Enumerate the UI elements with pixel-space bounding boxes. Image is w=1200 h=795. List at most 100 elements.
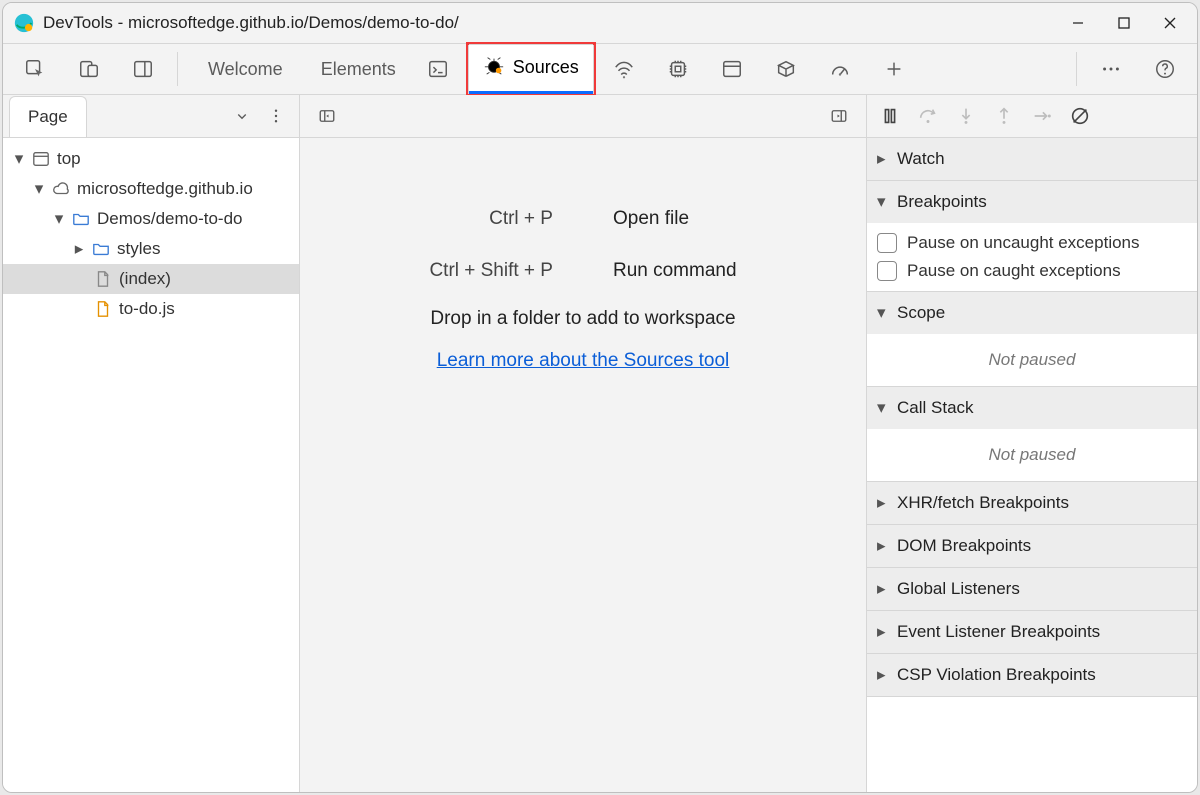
close-button[interactable]	[1147, 3, 1193, 43]
section-label: Event Listener Breakpoints	[897, 622, 1100, 642]
dock-side-button[interactable]	[117, 51, 169, 87]
section-label: Scope	[897, 303, 945, 323]
tab-welcome[interactable]: Welcome	[186, 47, 297, 96]
chevron-down-icon: ▾	[13, 149, 25, 169]
editor-empty-state: Ctrl + P Open file Ctrl + Shift + P Run …	[300, 138, 866, 792]
pause-button[interactable]	[873, 99, 907, 133]
section-csp: ▸ CSP Violation Breakpoints	[867, 654, 1197, 697]
section-callstack-header[interactable]: ▾Call Stack	[867, 387, 1197, 429]
not-paused-text: Not paused	[877, 340, 1187, 380]
section-global-header[interactable]: ▸ Global Listeners	[867, 568, 1197, 610]
show-debugger-button[interactable]	[822, 99, 856, 133]
section-xhr-header[interactable]: ▸ XHR/fetch Breakpoints	[867, 482, 1197, 524]
panels-body: Page ▾ top ▾ microsoftedge.github.io	[3, 95, 1197, 792]
section-callstack: ▾Call Stack Not paused	[867, 387, 1197, 482]
tree-label: top	[57, 149, 81, 169]
chevron-right-icon: ▸	[877, 493, 889, 513]
tree-row-domain[interactable]: ▾ microsoftedge.github.io	[3, 174, 299, 204]
minimize-button[interactable]	[1055, 3, 1101, 43]
section-global: ▸ Global Listeners	[867, 568, 1197, 611]
help-button[interactable]	[1139, 51, 1191, 87]
step-out-button[interactable]	[987, 99, 1021, 133]
section-label: Call Stack	[897, 398, 974, 418]
chevron-right-icon: ▸	[877, 579, 889, 599]
not-paused-text: Not paused	[877, 435, 1187, 475]
learn-more-link[interactable]: Learn more about the Sources tool	[437, 350, 730, 372]
section-csp-header[interactable]: ▸ CSP Violation Breakpoints	[867, 654, 1197, 696]
section-label: CSP Violation Breakpoints	[897, 665, 1096, 685]
section-event-header[interactable]: ▸Event Listener Breakpoints	[867, 611, 1197, 653]
deactivate-breakpoints-button[interactable]	[1063, 99, 1097, 133]
tree-row-index[interactable]: (index)	[3, 264, 299, 294]
navigator-tab-page[interactable]: Page	[9, 96, 87, 137]
toolbar-separator	[177, 52, 178, 86]
tree-row-styles[interactable]: ▸ styles	[3, 234, 299, 264]
debugger-toolbar	[867, 95, 1197, 138]
tab-elements-label: Elements	[321, 59, 396, 80]
checkbox-icon[interactable]	[877, 233, 897, 253]
pause-uncaught-row[interactable]: Pause on uncaught exceptions	[877, 229, 1187, 257]
checkbox-label: Pause on uncaught exceptions	[907, 233, 1140, 253]
maximize-button[interactable]	[1101, 3, 1147, 43]
section-watch-header[interactable]: ▸Watch	[867, 138, 1197, 180]
section-dom-header[interactable]: ▸DOM Breakpoints	[867, 525, 1197, 567]
debugger-panel: ▸Watch ▾Breakpoints Pause on uncaught ex…	[866, 95, 1197, 792]
step-over-button[interactable]	[911, 99, 945, 133]
file-icon	[93, 269, 113, 289]
main-toolbar: Welcome Elements Sources	[3, 44, 1197, 95]
tab-elements[interactable]: Elements	[299, 47, 410, 96]
navigator-more-button[interactable]	[225, 99, 259, 133]
cloud-icon	[51, 179, 71, 199]
more-tools-button[interactable]	[1085, 51, 1137, 87]
section-label: Breakpoints	[897, 192, 987, 212]
inspect-button[interactable]	[9, 51, 61, 87]
section-label: XHR/fetch Breakpoints	[897, 493, 1069, 513]
hint-label-open: Open file	[613, 208, 737, 230]
window-icon	[31, 149, 51, 169]
tab-sources[interactable]: Sources	[469, 45, 593, 94]
devtools-window: DevTools - microsoftedge.github.io/Demos…	[2, 2, 1198, 793]
pause-caught-row[interactable]: Pause on caught exceptions	[877, 257, 1187, 285]
section-label: Watch	[897, 149, 945, 169]
hint-label-run: Run command	[613, 260, 737, 282]
tree-row-folder[interactable]: ▾ Demos/demo-to-do	[3, 204, 299, 234]
section-scope-header[interactable]: ▾Scope	[867, 292, 1197, 334]
step-button[interactable]	[1025, 99, 1059, 133]
editor-toolbar	[300, 95, 866, 138]
add-tab-button[interactable]	[868, 51, 920, 87]
tree-label: to-do.js	[119, 299, 175, 319]
tab-network[interactable]	[598, 51, 650, 87]
step-into-button[interactable]	[949, 99, 983, 133]
hint-key-open: Ctrl + P	[429, 208, 553, 230]
tab-application[interactable]	[706, 51, 758, 87]
navigator-overflow-button[interactable]	[259, 99, 293, 133]
hint-key-run: Ctrl + Shift + P	[429, 260, 553, 282]
tab-console[interactable]	[412, 51, 464, 87]
debugger-accordion: ▸Watch ▾Breakpoints Pause on uncaught ex…	[867, 138, 1197, 697]
checkbox-icon[interactable]	[877, 261, 897, 281]
section-breakpoints-header[interactable]: ▾Breakpoints	[867, 181, 1197, 223]
section-dom: ▸DOM Breakpoints	[867, 525, 1197, 568]
tree-label: microsoftedge.github.io	[77, 179, 253, 199]
checkbox-label: Pause on caught exceptions	[907, 261, 1121, 281]
chevron-right-icon: ▸	[877, 665, 889, 685]
device-toggle-button[interactable]	[63, 51, 115, 87]
navigator-panel: Page ▾ top ▾ microsoftedge.github.io	[3, 95, 300, 792]
tab-memory[interactable]	[652, 51, 704, 87]
tab-3d-view[interactable]	[760, 51, 812, 87]
tab-performance[interactable]	[814, 51, 866, 87]
chevron-right-icon: ▸	[877, 536, 889, 556]
tree-row-todo[interactable]: to-do.js	[3, 294, 299, 324]
show-navigator-button[interactable]	[310, 99, 344, 133]
tree-row-top[interactable]: ▾ top	[3, 144, 299, 174]
chevron-down-icon: ▾	[33, 179, 45, 199]
file-tree: ▾ top ▾ microsoftedge.github.io ▾ Demos/…	[3, 138, 299, 792]
chevron-down-icon: ▾	[53, 209, 65, 229]
section-label: Global Listeners	[897, 579, 1020, 599]
js-file-icon	[93, 299, 113, 319]
drop-folder-text: Drop in a folder to add to workspace	[430, 308, 735, 330]
section-breakpoints: ▾Breakpoints Pause on uncaught exception…	[867, 181, 1197, 292]
chevron-right-icon: ▸	[73, 239, 85, 259]
edge-devtools-icon	[13, 12, 35, 34]
section-event: ▸Event Listener Breakpoints	[867, 611, 1197, 654]
